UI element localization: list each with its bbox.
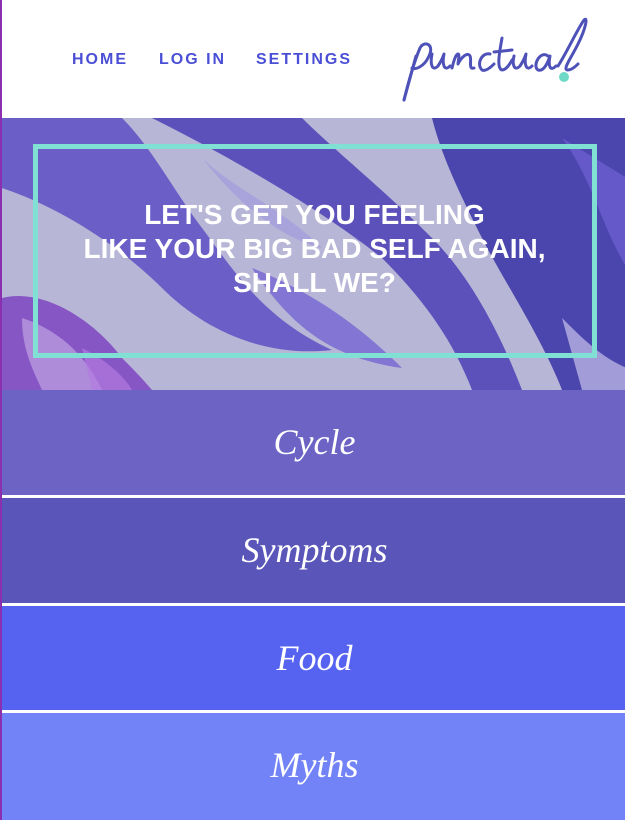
site-header: HOME LOG IN SETTINGS	[2, 0, 625, 118]
nav-login-link[interactable]: LOG IN	[159, 51, 226, 69]
hero-line-2: LIKE YOUR BIG BAD SELF AGAIN,	[83, 233, 546, 264]
category-food-button[interactable]: Food	[2, 606, 625, 710]
nav-home-link[interactable]: HOME	[72, 51, 128, 69]
hero-line-3: SHALL WE?	[233, 267, 396, 298]
hero-banner: LET'S GET YOU FEELING LIKE YOUR BIG BAD …	[2, 118, 625, 390]
logo-link[interactable]	[398, 14, 594, 106]
category-myths-button[interactable]: Myths	[2, 713, 625, 820]
category-symptoms-button[interactable]: Symptoms	[2, 498, 625, 603]
nav-settings-link[interactable]: SETTINGS	[256, 51, 352, 69]
category-cycle-button[interactable]: Cycle	[2, 390, 625, 495]
hero-headline: LET'S GET YOU FEELING LIKE YOUR BIG BAD …	[2, 198, 625, 300]
punctual-wordmark-logo	[402, 17, 588, 102]
hero-line-1: LET'S GET YOU FEELING	[144, 199, 485, 230]
logo-dot-icon	[559, 72, 569, 82]
